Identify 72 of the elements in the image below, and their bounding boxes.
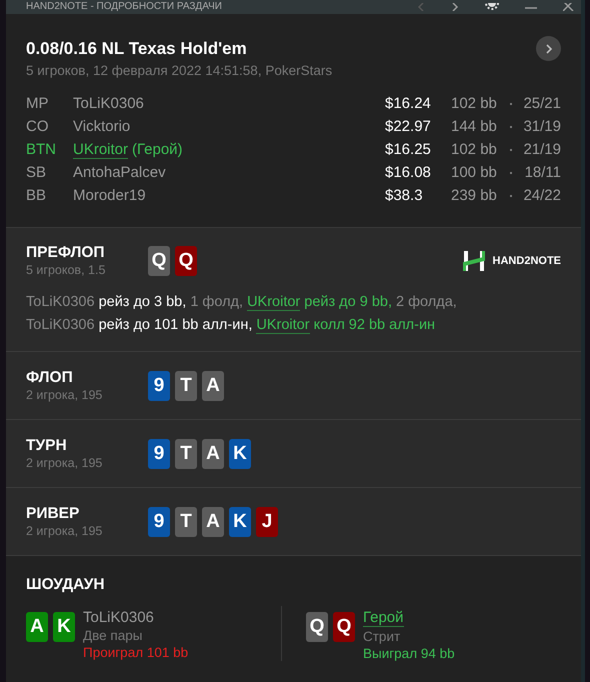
street-info: 2 игрока, 195 bbox=[26, 456, 104, 470]
playing-card: T bbox=[175, 438, 197, 468]
playing-card: T bbox=[175, 506, 197, 536]
playing-card: A bbox=[202, 438, 224, 468]
playing-card: T bbox=[175, 370, 197, 400]
player-stack: $16.25 bbox=[385, 141, 432, 158]
player-position: SB bbox=[26, 164, 48, 181]
player-stats: 24/22 bbox=[522, 187, 561, 204]
player-position: MP bbox=[26, 95, 50, 112]
playing-card: K bbox=[229, 506, 251, 536]
hand-rank: Стрит bbox=[363, 629, 400, 644]
street-title: ТУРН bbox=[26, 437, 68, 455]
game-info: 5 игроков, 12 февраля 2022 14:51:58, PokerStars bbox=[26, 63, 334, 78]
playing-card: Q bbox=[175, 246, 197, 276]
playing-card: Q bbox=[306, 612, 328, 642]
player-name-link[interactable]: Герой bbox=[363, 609, 404, 627]
player-name: ToLiK0306 bbox=[73, 95, 144, 112]
hand-result: Выиграл 94 bb bbox=[363, 646, 455, 661]
player-position: CO bbox=[26, 118, 50, 135]
playing-card: J bbox=[256, 506, 278, 536]
player-name-link[interactable]: UKroitor bbox=[256, 317, 310, 334]
playing-card: K bbox=[229, 438, 251, 468]
street-title: ФЛОП bbox=[26, 369, 74, 387]
chevron-right-icon bbox=[544, 42, 552, 54]
logo-text: HAND2NOTE bbox=[492, 254, 561, 266]
player-stack: $16.24 bbox=[385, 95, 432, 112]
playing-card: A bbox=[26, 612, 48, 642]
street-title: ПРЕФЛОП bbox=[26, 244, 106, 262]
player-position: BB bbox=[26, 187, 48, 204]
window-title: HAND2NOTE - ПОДРОБНОСТИ РАЗДАЧИ bbox=[26, 1, 222, 13]
player-name: AntohaPalcev bbox=[73, 164, 166, 181]
player-name-link[interactable]: UKroitor bbox=[73, 140, 128, 158]
player-bb: 102 bb bbox=[451, 141, 498, 158]
street-info: 2 игрока, 195 bbox=[26, 388, 104, 402]
player-stack: $16.08 bbox=[385, 164, 432, 181]
hero-label: (Герой) bbox=[132, 140, 183, 158]
settings-icon[interactable] bbox=[485, 3, 499, 11]
player-bb: 102 bb bbox=[451, 95, 498, 112]
player-name-link[interactable]: UKroitor bbox=[247, 294, 300, 311]
playing-card: A bbox=[202, 370, 224, 400]
forward-icon[interactable] bbox=[451, 3, 459, 11]
logo-icon bbox=[462, 250, 485, 272]
playing-card: A bbox=[202, 506, 224, 536]
hand-rank: Две пары bbox=[83, 628, 142, 643]
close-icon[interactable] bbox=[563, 3, 575, 11]
player-bb: 144 bb bbox=[451, 118, 498, 135]
street-title: РИВЕР bbox=[26, 505, 80, 523]
player-name: Vicktorio bbox=[73, 118, 130, 135]
player-name: ToLiK0306 bbox=[83, 609, 154, 626]
game-title: 0.08/0.16 NL Texas Hold'em bbox=[26, 38, 247, 58]
playing-card: Q bbox=[148, 246, 170, 276]
street-info: 2 игрока, 195 bbox=[26, 524, 104, 538]
playing-card: 9 bbox=[148, 370, 170, 400]
player-stats: 18/11 bbox=[524, 164, 561, 181]
player-position: BTN bbox=[26, 141, 57, 158]
hand-result: Проиграл 101 bb bbox=[83, 645, 188, 660]
player-name: Moroder19 bbox=[73, 187, 146, 204]
player-stats: 21/19 bbox=[522, 141, 561, 158]
street-info: 5 игроков, 1.5 bbox=[26, 263, 106, 277]
player-bb: 239 bb bbox=[451, 187, 498, 204]
player-stats: 31/19 bbox=[522, 118, 561, 135]
playing-card: K bbox=[53, 612, 75, 642]
action-log: ToLiK0306 рейз до 3 bb, 1 фолд, UKroitor рейз до 9 bb, 2 фолда, ToLiK0306 рейз до 101 bb алл-ин, UKroitor колл 92 bb алл-ин bbox=[26, 293, 458, 336]
next-hand-button[interactable] bbox=[536, 36, 561, 61]
player-stats: 25/21 bbox=[522, 95, 561, 112]
showdown-title: ШОУДАУН bbox=[26, 576, 106, 594]
player-stack: $38.3 bbox=[385, 187, 424, 204]
player-bb: 100 bb bbox=[451, 164, 498, 181]
player-stack: $22.97 bbox=[385, 118, 432, 135]
playing-card: 9 bbox=[148, 438, 170, 468]
playing-card: Q bbox=[333, 612, 355, 642]
playing-card: 9 bbox=[148, 506, 170, 536]
